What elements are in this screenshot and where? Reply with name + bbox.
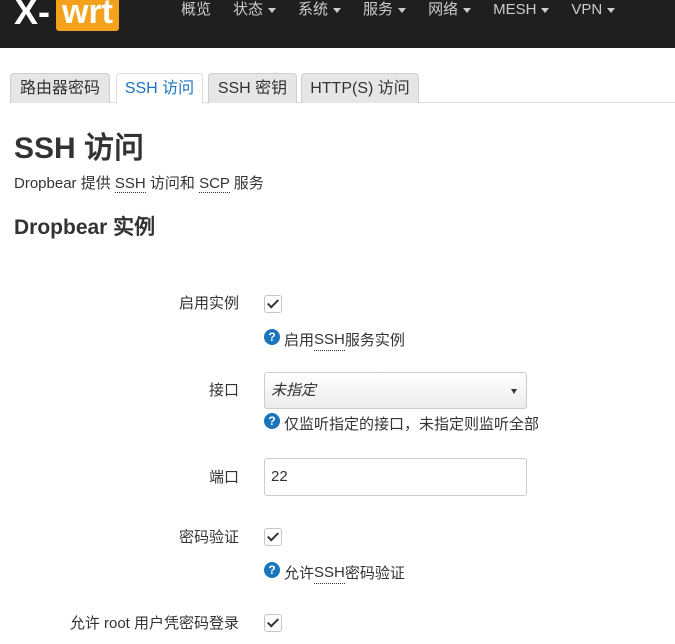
page-description: Dropbear 提供 SSH 访问和 SCP 服务 [14,174,264,194]
caret-down-icon [511,389,517,394]
root-password-login-label: 允许 root 用户凭密码登录 [69,615,239,632]
checkmark-icon [266,529,280,542]
tab-label: SSH 访问 [124,80,195,97]
tab-ssh-keys[interactable]: SSH 密钥 [208,73,297,103]
tab-http-access[interactable]: HTTP(S) 访问 [301,73,419,103]
menu-network[interactable]: 网络 [417,1,482,19]
menu-label: 服务 [363,1,394,18]
checkmark-icon [266,615,280,628]
interface-select[interactable]: 未指定 [264,372,527,409]
chevron-down-icon [607,7,616,13]
desc-text: 访问和 [145,175,200,192]
logo-wrt-text: wrt [56,0,119,31]
abbr-ssh: SSH [314,330,345,351]
tab-bar: 路由器密码 SSH 访问 SSH 密钥 HTTP(S) 访问 [10,73,675,104]
tab-router-password[interactable]: 路由器密码 [10,73,110,103]
abbr-ssh: SSH [314,563,345,584]
chevron-down-icon [541,7,550,13]
enable-instance-checkbox[interactable] [264,295,282,313]
help-text: 服务实例 [344,331,405,349]
top-navbar: X- wrt 概览 状态 系统 服务 网络 MESH VPN [0,0,675,48]
password-auth-label: 密码验证 [178,529,239,546]
interface-label: 接口 [208,382,239,399]
checkmark-icon [266,296,280,309]
logo-x-text: X- [14,0,50,32]
abbr-scp: SCP [199,175,230,193]
menu-vpn[interactable]: VPN [560,1,626,19]
question-circle-icon: ? [264,561,280,578]
chevron-down-icon [398,7,407,13]
brand-logo[interactable]: X- wrt [14,0,119,32]
port-input-value: 22 [271,468,288,485]
tab-label: SSH 密钥 [217,80,288,97]
password-auth-checkbox[interactable] [264,528,282,546]
port-input[interactable]: 22 [264,458,527,496]
page-title: SSH 访问 [14,132,145,165]
chevron-down-icon [463,7,472,13]
help-text: 密码验证 [344,564,405,582]
desc-text: Dropbear 提供 [14,175,115,192]
question-circle-icon: ? [264,328,280,345]
menu-services[interactable]: 服务 [352,1,417,19]
menu-label: 网络 [428,1,459,18]
menu-mesh[interactable]: MESH [482,1,560,19]
help-text: 启用 [284,331,315,349]
tab-ssh-access[interactable]: SSH 访问 [116,73,203,104]
help-text: 仅监听指定的接口，未指定则监听全部 [284,416,540,433]
menu-label: 概览 [181,1,212,18]
interface-select-value: 未指定 [271,382,317,399]
interface-help: ? 仅监听指定的接口，未指定则监听全部 [264,413,540,435]
chevron-down-icon [268,7,277,13]
tab-label: 路由器密码 [19,80,100,97]
menu-status[interactable]: 状态 [222,1,287,19]
port-label: 端口 [208,469,239,486]
section-title: Dropbear 实例 [14,216,156,239]
menu-label: MESH [493,1,537,18]
menu-overview[interactable]: 概览 [170,1,222,19]
main-menu: 概览 状态 系统 服务 网络 MESH VPN [170,0,626,20]
question-circle-icon: ? [264,413,280,429]
root-password-login-checkbox[interactable] [264,614,282,632]
menu-system[interactable]: 系统 [287,1,352,19]
menu-label: 系统 [298,1,329,18]
chevron-down-icon [333,7,342,13]
abbr-ssh: SSH [114,175,146,193]
tab-label: HTTP(S) 访问 [310,80,410,97]
help-text: 允许 [284,564,315,582]
enable-instance-label: 启用实例 [178,295,239,312]
menu-label: VPN [571,1,603,18]
menu-label: 状态 [233,1,264,18]
desc-text: 服务 [229,175,264,192]
enable-instance-help: ? 启用 SSH 服务实例 [264,328,405,351]
password-auth-help: ? 允许 SSH 密码验证 [264,561,405,584]
